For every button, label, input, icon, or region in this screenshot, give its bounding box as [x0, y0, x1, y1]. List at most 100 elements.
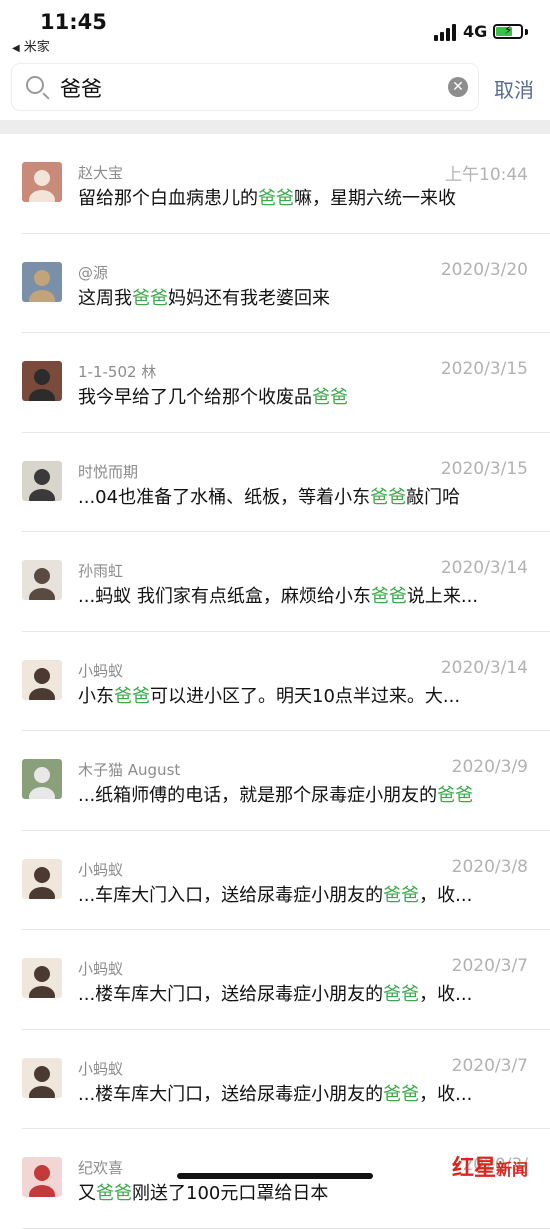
back-to-app-link[interactable]: ◀ 米家 [12, 36, 50, 55]
snippet-pre: ...楼车库大门口，送给尿毒症小朋友的 [78, 1083, 384, 1105]
search-result-row[interactable]: 赵大宝 上午10:44 留给那个白血病患儿的爸爸嘛，星期六统一来收 [0, 134, 550, 234]
snippet-pre: ...04也准备了水桶、纸板，等着小东 [78, 486, 371, 508]
avatar[interactable] [22, 460, 62, 501]
search-bar[interactable]: ✕ [12, 64, 478, 110]
back-app-label: 米家 [23, 40, 50, 55]
avatar-head [34, 966, 50, 982]
sender-name: 纪欢喜 [78, 1159, 124, 1177]
network-type: 4G [463, 22, 488, 41]
message-snippet: ...04也准备了水桶、纸板，等着小东爸爸敲门哈 [78, 483, 528, 509]
search-input[interactable] [58, 70, 442, 106]
avatar-head [34, 1065, 50, 1082]
search-results-list: 赵大宝 上午10:44 留给那个白血病患儿的爸爸嘛，星期六统一来收 @源 2020/3/… [0, 134, 550, 1229]
snippet-post: ，收... [419, 984, 473, 1005]
search-result-row[interactable]: 木子猫 August 2020/3/9 ...纸箱师傅的电话，就是那个尿毒症小朋友的… [0, 731, 550, 831]
snippet-pre: ...蚂蚁 我们家有点纸盒，麻烦给小东 [78, 586, 371, 607]
row-divider [22, 1227, 550, 1229]
search-result-row[interactable]: 孙雨虹 2020/3/14 ...蚂蚁 我们家有点纸盒，麻烦给小东爸爸说上来... [0, 532, 550, 632]
avatar[interactable] [22, 858, 62, 899]
back-arrow-icon: ◀ [12, 43, 20, 54]
clear-search-icon[interactable]: ✕ [448, 77, 468, 97]
snippet-pre: ...楼车库大门口，送给尿毒症小朋友的 [78, 984, 384, 1005]
avatar[interactable] [22, 958, 62, 998]
snippet-pre: 我今早给了几个给那个收废品 [78, 387, 312, 408]
message-snippet: ...楼车库大门口，送给尿毒症小朋友的爸爸，收... [78, 1080, 528, 1106]
snippet-highlight: 爸爸 [383, 1083, 420, 1105]
snippet-post: 刚送了100元口罩给日本 [132, 1183, 329, 1204]
message-date: 2020/3/7 [451, 956, 528, 976]
avatar-head [34, 170, 50, 186]
search-result-row[interactable]: 时悦而期 2020/3/15 ...04也准备了水桶、纸板，等着小东爸爸敲门哈 [0, 433, 550, 532]
message-snippet: ...纸箱师傅的电话，就是那个尿毒症小朋友的爸爸 [78, 781, 528, 807]
message-snippet: ...蚂蚁 我们家有点纸盒，麻烦给小东爸爸说上来... [78, 582, 528, 608]
snippet-pre: 小东 [78, 685, 114, 707]
message-snippet: ...车库大门入口，送给尿毒症小朋友的爸爸，收... [78, 881, 528, 907]
message-snippet: 我今早给了几个给那个收废品爸爸 [78, 383, 528, 409]
message-snippet: 又爸爸刚送了100元口罩给日本 [78, 1179, 528, 1205]
snippet-post: 可以进小区了。明天10点半过来。大... [150, 685, 461, 707]
snippet-highlight: 爸爸 [383, 984, 420, 1005]
snippet-pre: ...纸箱师傅的电话，就是那个尿毒症小朋友的 [78, 785, 438, 806]
snippet-post: 嘛，星期六统一来收 [294, 188, 456, 209]
avatar[interactable] [22, 1157, 62, 1197]
avatar-head [34, 667, 50, 684]
avatar[interactable] [22, 560, 62, 600]
snippet-post: ，收... [419, 1083, 473, 1105]
search-result-row[interactable]: 小蚂蚁 2020/3/14 小东爸爸可以进小区了。明天10点半过来。大... [0, 632, 550, 731]
sender-name: 小蚂蚁 [78, 960, 124, 978]
avatar[interactable] [22, 162, 62, 202]
snippet-post: 说上来... [406, 586, 479, 607]
message-date: 上午10:44 [445, 165, 528, 185]
battery-icon: ⚡ [493, 23, 523, 39]
avatar-head [34, 767, 50, 783]
status-bar: 11:45 ◀ 米家 4G ⚡ [0, 0, 550, 60]
sender-name: 孙雨虹 [78, 562, 124, 580]
message-date: 2020/3/8 [451, 856, 528, 877]
avatar-head [34, 568, 50, 584]
avatar[interactable] [22, 759, 62, 799]
search-result-row[interactable]: @源 2020/3/20 这周我爸爸妈妈还有我老婆回来 [0, 234, 550, 333]
snippet-pre: 又 [78, 1183, 96, 1204]
message-date: 2020/3/15 [440, 458, 528, 479]
avatar-head [34, 1165, 50, 1181]
snippet-highlight: 爸爸 [114, 685, 150, 707]
sender-name: 时悦而期 [78, 462, 139, 481]
avatar[interactable] [22, 659, 62, 700]
message-snippet: ...楼车库大门口，送给尿毒症小朋友的爸爸，收... [78, 980, 528, 1006]
avatar-head [34, 866, 50, 883]
avatar[interactable] [22, 261, 62, 302]
snippet-highlight: 爸爸 [437, 785, 474, 806]
avatar-head [34, 468, 50, 485]
home-indicator[interactable] [177, 1173, 373, 1179]
message-date: 2020/3/14 [440, 657, 528, 678]
snippet-highlight: 爸爸 [312, 387, 348, 408]
snippet-post: ，收... [419, 884, 473, 906]
status-time: 11:45 [40, 10, 107, 34]
snippet-highlight: 爸爸 [132, 287, 168, 309]
snippet-highlight: 爸爸 [370, 586, 407, 607]
watermark-logo: 红星新闻 [452, 1150, 528, 1182]
cancel-button[interactable]: 取消 [494, 74, 534, 103]
snippet-pre: 这周我 [78, 287, 132, 309]
sender-name: @源 [78, 263, 109, 282]
sender-name: 赵大宝 [78, 164, 124, 182]
snippet-highlight: 爸爸 [258, 188, 294, 209]
avatar-head [34, 269, 50, 286]
search-result-row[interactable]: 1-1-502 林 2020/3/15 我今早给了几个给那个收废品爸爸 [0, 333, 550, 433]
search-result-row[interactable]: 小蚂蚁 2020/3/8 ...车库大门入口，送给尿毒症小朋友的爸爸，收... [0, 831, 550, 930]
snippet-post: 敲门哈 [406, 486, 461, 508]
watermark-main: 红星 [452, 1156, 497, 1181]
snippet-highlight: 爸爸 [383, 884, 420, 906]
search-result-row[interactable]: 小蚂蚁 2020/3/7 ...楼车库大门口，送给尿毒症小朋友的爸爸，收... [0, 1030, 550, 1129]
snippet-highlight: 爸爸 [370, 486, 407, 508]
message-date: 2020/3/20 [440, 259, 528, 280]
avatar[interactable] [22, 1057, 62, 1098]
avatar[interactable] [22, 361, 62, 401]
battery-cap [525, 29, 528, 35]
snippet-pre: ...车库大门入口，送给尿毒症小朋友的 [78, 884, 384, 906]
sender-name: 小蚂蚁 [78, 661, 124, 680]
message-date: 2020/3/15 [440, 359, 528, 379]
search-result-row[interactable]: 小蚂蚁 2020/3/7 ...楼车库大门口，送给尿毒症小朋友的爸爸，收... [0, 930, 550, 1030]
search-icon [26, 76, 44, 94]
message-date: 2020/3/9 [451, 757, 528, 777]
